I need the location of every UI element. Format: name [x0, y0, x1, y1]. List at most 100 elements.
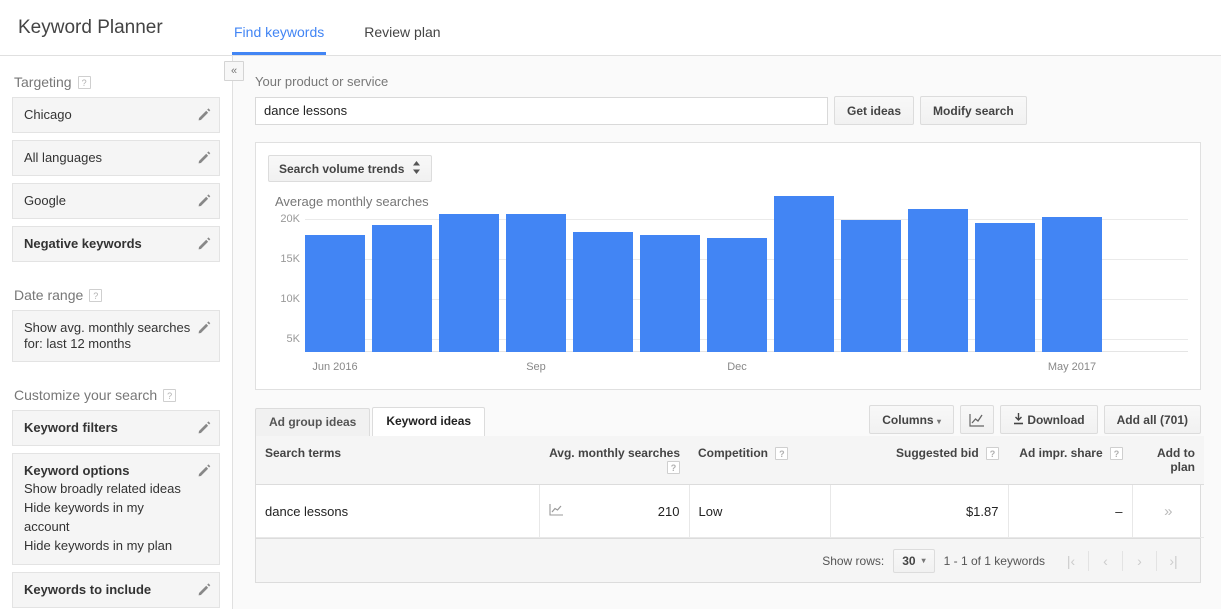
sidebar-section-date-range: Date range ?: [12, 269, 220, 310]
sidebar-item-negative-keywords[interactable]: Negative keywords: [12, 226, 220, 262]
chart-bar[interactable]: [707, 237, 767, 352]
help-icon[interactable]: ?: [89, 288, 103, 302]
chart-metric-label: Search volume trends: [279, 161, 405, 176]
chart-bar[interactable]: [506, 213, 566, 352]
column-header-avg-monthly-searches[interactable]: Avg. monthly searches ?: [539, 436, 689, 486]
sidebar-item-location[interactable]: Chicago: [12, 97, 220, 133]
top-header: Keyword Planner Find keywords Review pla…: [0, 0, 1221, 56]
chart-bar[interactable]: [975, 223, 1035, 352]
cell-suggested-bid: $1.87: [830, 484, 1009, 539]
chart-bar[interactable]: [372, 224, 432, 352]
rows-per-page-value: 30: [902, 553, 916, 568]
sidebar-item-label: Chicago: [24, 107, 72, 122]
edit-pencil-icon[interactable]: [197, 150, 211, 164]
chart-bar[interactable]: [908, 208, 968, 352]
keyword-option-hide-account: Hide keywords in my account: [24, 500, 144, 534]
tab-review-plan[interactable]: Review plan: [350, 24, 454, 55]
table-toolbar: Columns ▾ Download Add all (701): [869, 405, 1201, 436]
sidebar-item-network[interactable]: Google: [12, 183, 220, 219]
help-icon[interactable]: ?: [163, 388, 177, 402]
main-content: Your product or service Get ideas Modify…: [233, 56, 1221, 609]
sidebar-item-keyword-filters[interactable]: Keyword filters: [12, 410, 220, 446]
next-page-button[interactable]: ›: [1122, 550, 1156, 571]
help-icon[interactable]: ?: [1110, 447, 1123, 461]
column-header-suggested-bid[interactable]: Suggested bid ?: [830, 436, 1008, 486]
cell-avg-monthly-searches: 210: [539, 484, 690, 539]
first-page-button[interactable]: |‹: [1054, 551, 1088, 571]
sidebar-section-targeting: Targeting ?: [12, 56, 220, 97]
avg-monthly-searches-value: 210: [657, 503, 680, 519]
download-icon: [1013, 412, 1027, 427]
sidebar-item-languages[interactable]: All languages: [12, 140, 220, 176]
sidebar-item-label: All languages: [24, 150, 103, 165]
sidebar-item-date-range[interactable]: Show avg. monthly searches for: last 12 …: [12, 310, 220, 362]
download-button[interactable]: Download: [999, 405, 1098, 434]
sidebar-item-label: Keywords to include: [24, 582, 152, 597]
modify-search-button[interactable]: Modify search: [920, 96, 1027, 125]
result-range-text: 1 - 1 of 1 keywords: [943, 553, 1045, 568]
help-icon[interactable]: ?: [77, 75, 91, 89]
column-header-ad-impr-share[interactable]: Ad impr. share ?: [1008, 436, 1132, 486]
edit-pencil-icon[interactable]: [197, 463, 211, 477]
chart-y-tick-label: 15K: [280, 253, 300, 265]
tab-ad-group-ideas[interactable]: Ad group ideas: [255, 408, 371, 436]
columns-button[interactable]: Columns ▾: [869, 405, 954, 434]
chart-bar[interactable]: [1042, 216, 1102, 352]
chart-metric-select[interactable]: Search volume trends: [268, 155, 433, 182]
column-header-competition[interactable]: Competition ?: [689, 436, 830, 486]
sidebar-item-keyword-options[interactable]: Keyword options Show broadly related ide…: [12, 453, 220, 565]
last-page-button[interactable]: ›|: [1156, 550, 1190, 571]
cell-competition: Low: [689, 484, 831, 539]
edit-pencil-icon[interactable]: [197, 420, 211, 434]
page-title: Keyword Planner: [18, 17, 163, 38]
ideas-strip: Ad group ideas Keyword ideas Columns ▾ D…: [255, 405, 1201, 436]
search-input[interactable]: [255, 96, 828, 125]
sidebar-item-label: Show avg. monthly searches for: last 12 …: [24, 320, 191, 351]
help-icon[interactable]: ?: [667, 461, 680, 475]
sidebar-item-keywords-to-include[interactable]: Keywords to include: [12, 572, 220, 608]
tab-keyword-ideas[interactable]: Keyword ideas: [372, 407, 486, 436]
add-to-plan-button[interactable]: »: [1132, 484, 1204, 539]
edit-pencil-icon[interactable]: [197, 582, 211, 596]
add-all-button[interactable]: Add all (701): [1103, 405, 1201, 434]
chart-bar[interactable]: [305, 235, 365, 352]
columns-label: Columns: [882, 412, 934, 427]
chart-y-tick-label: 20K: [280, 213, 300, 225]
sidebar-collapse-icon[interactable]: «: [224, 61, 244, 81]
help-icon[interactable]: ?: [775, 447, 789, 461]
main-tabs: Find keywords Review plan: [220, 0, 467, 55]
download-label: Download: [1027, 412, 1085, 427]
keyword-ideas-table: Search terms Avg. monthly searches ? Com…: [255, 436, 1204, 540]
line-chart-icon[interactable]: [959, 405, 994, 434]
ideas-tabs: Ad group ideas Keyword ideas: [255, 407, 487, 436]
table-row: dance lessons 210 Low $1.87 – »: [256, 484, 1204, 539]
double-chevron-right-icon: »: [1164, 502, 1173, 520]
updown-arrows-icon: [412, 160, 421, 177]
chart-bar[interactable]: [640, 235, 700, 352]
prev-page-button[interactable]: ‹: [1088, 550, 1122, 571]
chart-bar[interactable]: [841, 220, 901, 352]
edit-pencil-icon[interactable]: [197, 193, 211, 207]
search-row: Get ideas Modify search: [255, 96, 1201, 125]
chart-bar[interactable]: [774, 196, 834, 352]
sidebar-item-label: Negative keywords: [24, 236, 142, 251]
sparkline-icon[interactable]: [548, 503, 564, 519]
product-or-service-label: Your product or service: [255, 74, 389, 89]
edit-pencil-icon[interactable]: [197, 107, 211, 121]
section-label-customize: Customize your search: [14, 387, 158, 403]
help-icon[interactable]: ?: [986, 447, 999, 461]
rows-per-page-select[interactable]: 30 ▾: [893, 548, 935, 573]
tab-find-keywords[interactable]: Find keywords: [220, 24, 338, 55]
chart-bar[interactable]: [439, 213, 499, 352]
keyword-option-broadly-related: Show broadly related ideas: [24, 481, 181, 496]
edit-pencil-icon[interactable]: [197, 236, 211, 250]
column-header-search-terms[interactable]: Search terms: [256, 436, 539, 486]
table-header-row: Search terms Avg. monthly searches ? Com…: [256, 436, 1204, 486]
search-volume-chart-card: Search volume trends Average monthly sea…: [255, 142, 1201, 390]
edit-pencil-icon[interactable]: [197, 320, 211, 334]
page-body: « Targeting ? Chicago All languages Goog…: [0, 56, 1221, 609]
get-ideas-button[interactable]: Get ideas: [834, 96, 915, 125]
sidebar-item-label: Keyword filters: [24, 420, 118, 435]
chart-bar[interactable]: [573, 232, 633, 352]
section-label-targeting: Targeting: [14, 74, 72, 90]
